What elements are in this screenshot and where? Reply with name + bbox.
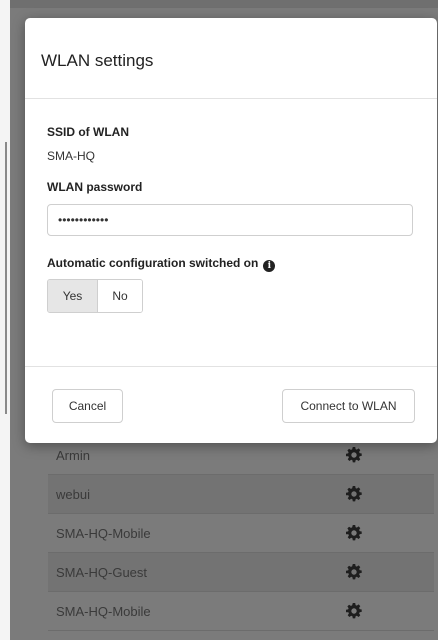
dialog-footer: Cancel Connect to WLAN [25,367,437,443]
auto-config-yes-button[interactable]: Yes [48,280,98,312]
gear-icon[interactable] [346,603,362,619]
auto-config-no-button[interactable]: No [98,280,142,312]
network-list: Armin webui SMA-HQ-Mobile SMA-HQ-Guest S… [48,436,434,631]
auto-config-label-text: Automatic configuration switched on [47,256,259,270]
cancel-button[interactable]: Cancel [52,389,123,423]
password-field[interactable] [47,204,413,236]
network-row[interactable]: webui [48,475,434,514]
password-label: WLAN password [47,180,143,194]
network-name: SMA-HQ-Mobile [56,603,151,619]
connect-to-wlan-button[interactable]: Connect to WLAN [282,389,415,423]
network-row[interactable]: SMA-HQ-Mobile [48,592,434,631]
network-name: SMA-HQ-Mobile [56,525,151,541]
network-row[interactable]: SMA-HQ-Guest [48,553,434,592]
info-icon[interactable]: i [263,260,276,272]
network-name: Armin [56,447,90,463]
dialog-body: SSID of WLAN SMA-HQ WLAN password Automa… [25,99,437,367]
gear-icon[interactable] [346,525,362,541]
gear-icon[interactable] [346,564,362,580]
network-name: webui [56,486,90,502]
dialog-title: WLAN settings [41,51,154,70]
gear-icon[interactable] [346,447,362,463]
auto-config-label: Automatic configuration switched on i [47,256,276,272]
ssid-label: SSID of WLAN [47,125,129,139]
gear-icon[interactable] [346,486,362,502]
network-row[interactable]: SMA-HQ-Mobile [48,514,434,553]
ssid-value: SMA-HQ [47,149,95,163]
page-left-edge [0,0,10,640]
network-name: SMA-HQ-Guest [56,564,148,580]
scrollbar[interactable] [5,142,7,414]
auto-config-toggle: Yes No [47,279,143,313]
page-top-edge [10,0,438,8]
wlan-settings-dialog: WLAN settings SSID of WLAN SMA-HQ WLAN p… [25,18,437,443]
dialog-header: WLAN settings [25,18,437,99]
